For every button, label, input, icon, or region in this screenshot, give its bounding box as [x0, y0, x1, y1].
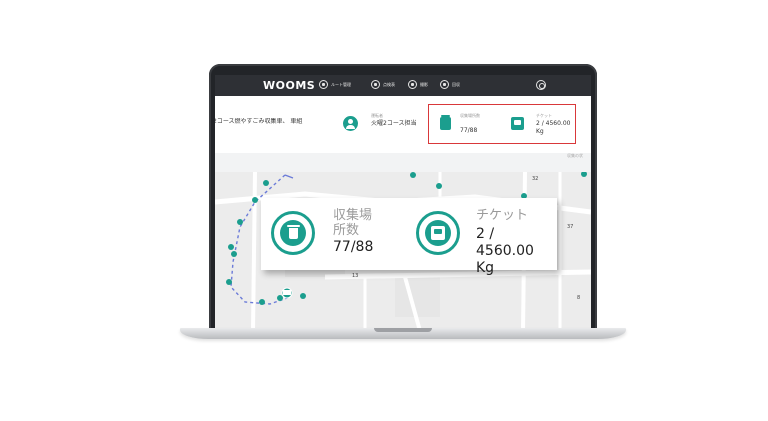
road-label: 32 — [532, 176, 539, 182]
collection-points-ring — [271, 211, 315, 255]
ticket-label: チケット — [476, 208, 529, 223]
driver-icon — [343, 116, 358, 131]
course-name: 2コース燃やすごみ収集車、 車組 — [215, 118, 303, 125]
top-nav-bar: WOOMS ルート管理 点検表 撮影 回収 — [215, 75, 591, 96]
nav-item-inspection[interactable]: 点検表 — [371, 80, 395, 89]
vehicle-info-panel: 2コース燃やすごみ収集車、 車組 運転者 火曜2コース担当 収集場所数 77/8… — [215, 96, 591, 158]
ticket-value: 2 / 4560.00 Kg — [536, 120, 571, 135]
nav-item-photo[interactable]: 撮影 — [408, 80, 428, 89]
collection-points-value: 77/88 — [333, 239, 374, 255]
road-label: 13 — [352, 273, 359, 279]
nav-item-label: 撮影 — [420, 81, 428, 87]
zoom-callout-card: 収集場所数 77/88 チケット 2 / 4560.00 Kg — [261, 198, 557, 276]
collection-points-label: 収集場所数 — [333, 208, 373, 238]
ticket-value: 2 / 4560.00 Kg — [476, 226, 534, 276]
road-label: 8 — [577, 295, 581, 301]
nav-item-label: ルート管理 — [331, 81, 351, 87]
collection-icon — [440, 80, 449, 89]
nav-item-label: 点検表 — [383, 81, 395, 87]
collection-points-label: 収集場所数 — [460, 113, 480, 118]
nav-item-collection[interactable]: 回収 — [440, 80, 460, 89]
collection-points-value: 77/88 — [460, 127, 478, 134]
app-logo: WOOMS — [263, 79, 316, 92]
route-icon — [319, 80, 328, 89]
driver-value: 火曜2コース担当 — [371, 120, 417, 127]
trash-bin-icon — [440, 115, 451, 130]
road-label: 37 — [567, 224, 574, 230]
nav-item-route[interactable]: ルート管理 — [319, 80, 351, 89]
scale-icon — [425, 220, 451, 246]
ticket-label: チケット — [536, 113, 552, 118]
settings-icon[interactable] — [536, 80, 546, 90]
nav-item-label: 回収 — [452, 81, 460, 87]
trash-bin-icon — [280, 220, 306, 246]
driver-label: 運転者 — [371, 113, 383, 118]
collection-status-link[interactable]: 収集の状 — [567, 153, 583, 159]
camera-icon — [408, 80, 417, 89]
scale-icon — [511, 117, 524, 130]
laptop-notch — [374, 328, 432, 332]
user-icon — [371, 80, 380, 89]
ticket-ring — [416, 211, 460, 255]
